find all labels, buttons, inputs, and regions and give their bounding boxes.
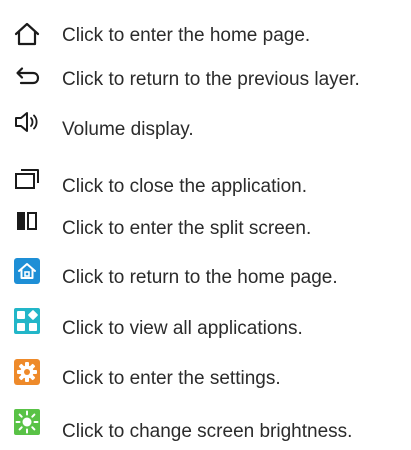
legend-row-home-app: Click to return to the home page. (0, 256, 411, 298)
legend-text: Click to enter the split screen. (62, 218, 312, 239)
legend-row-split-screen: Click to enter the split screen. (0, 206, 411, 248)
legend-text: Click to return to the home page. (62, 267, 338, 288)
back-arrow-icon[interactable] (12, 62, 42, 92)
volume-icon[interactable] (12, 107, 42, 137)
legend-row-home: Click to enter the home page. (0, 19, 411, 61)
legend-text: Volume display. (62, 119, 194, 140)
recent-apps-icon[interactable] (12, 164, 42, 194)
legend-row-brightness: Click to change screen brightness. (0, 407, 411, 449)
legend-row-all-apps: Click to view all applications. (0, 306, 411, 348)
settings-icon[interactable] (12, 357, 42, 387)
legend-text: Click to close the application. (62, 176, 308, 197)
legend-text: Click to return to the previous layer. (62, 69, 360, 90)
legend-row-volume: Volume display. (0, 107, 411, 149)
brightness-icon[interactable] (12, 407, 42, 437)
icon-legend-list: Click to enter the home page. Click to r… (0, 0, 411, 450)
home-outline-icon[interactable] (12, 19, 42, 49)
legend-text: Click to change screen brightness. (62, 421, 353, 442)
legend-text: Click to enter the settings. (62, 368, 281, 389)
legend-row-close-app: Click to close the application. (0, 164, 411, 206)
split-screen-icon[interactable] (12, 206, 42, 236)
legend-text: Click to view all applications. (62, 318, 303, 339)
legend-row-settings: Click to enter the settings. (0, 357, 411, 399)
legend-text: Click to enter the home page. (62, 25, 311, 46)
home-app-icon[interactable] (12, 256, 42, 286)
legend-row-back: Click to return to the previous layer. (0, 62, 411, 104)
all-apps-icon[interactable] (12, 306, 42, 336)
